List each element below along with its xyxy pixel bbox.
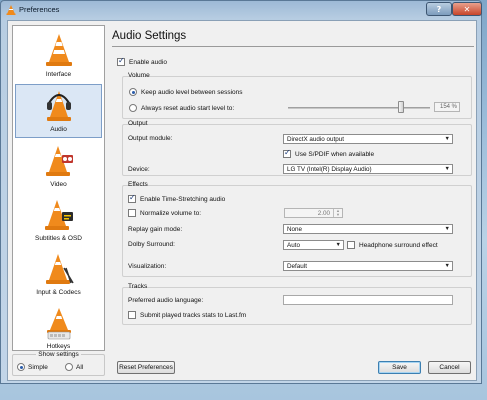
close-button[interactable]: ✕	[452, 2, 482, 16]
lastfm-checkbox[interactable]: Submit played tracks stats to Last.fm	[128, 311, 246, 319]
radio-indicator[interactable]	[129, 88, 137, 96]
sidebar-item-hotkeys[interactable]: Hotkeys	[15, 302, 102, 356]
sidebar-item-audio[interactable]: Audio	[15, 84, 102, 138]
vlc-icon	[6, 5, 16, 15]
help-button[interactable]: ?	[426, 2, 452, 16]
vlc-cone-icon	[45, 34, 72, 66]
chevron-down-icon: ▼	[444, 226, 450, 232]
sidebar-item-label: Video	[50, 181, 67, 188]
volume-level-readout: 154 %	[434, 102, 460, 112]
time-stretch-checkbox[interactable]: Enable Time-Stretching audio	[128, 193, 226, 203]
page-title: Audio Settings	[112, 30, 187, 42]
show-settings-group: Show settings Simple All	[12, 351, 105, 376]
all-radio[interactable]: All	[65, 363, 83, 371]
tracks-group	[122, 287, 472, 325]
normalize-label: Normalize volume to:	[140, 209, 202, 217]
sidebar-item-interface[interactable]: Interface	[15, 30, 102, 84]
checkbox-indicator[interactable]	[128, 311, 136, 319]
radio-indicator[interactable]	[17, 363, 25, 371]
reset-level-radio[interactable]: Always reset audio start level to:	[129, 104, 234, 112]
dolby-value: Auto	[287, 241, 300, 249]
checkbox-indicator[interactable]	[128, 209, 136, 217]
output-title: Output	[128, 120, 148, 127]
cancel-button[interactable]: Cancel	[428, 361, 471, 374]
volume-slider-track[interactable]	[288, 107, 430, 109]
sidebar-item-subtitles[interactable]: Subtitles & OSD	[15, 194, 102, 248]
radio-indicator[interactable]	[65, 363, 73, 371]
show-settings-label: Show settings	[36, 351, 81, 358]
dialog-body: Interface Audio Video Subtitles & OSD In…	[7, 20, 477, 381]
sidebar-item-label: Audio	[50, 126, 67, 133]
chevron-down-icon: ▼	[335, 242, 341, 248]
enable-audio-checkbox[interactable]: Enable audio	[117, 56, 167, 66]
checkbox-indicator[interactable]	[128, 193, 136, 203]
keep-level-radio[interactable]: Keep audio level between sessions	[129, 88, 243, 96]
title-divider	[112, 46, 474, 47]
chevron-down-icon: ▼	[444, 263, 450, 269]
effects-title: Effects	[128, 181, 148, 188]
reset-level-label: Always reset audio start level to:	[141, 104, 235, 112]
headphone-surround-checkbox[interactable]: Headphone surround effect	[347, 241, 438, 249]
replay-gain-value: None	[287, 225, 303, 233]
output-module-select[interactable]: DirectX audio output ▼	[283, 134, 453, 144]
dolby-label: Dolby Surround:	[128, 241, 175, 248]
normalize-value: 2.00	[317, 209, 330, 217]
save-button[interactable]: Save	[378, 361, 421, 374]
volume-title: Volume	[128, 72, 150, 79]
spdif-checkbox[interactable]: Use S/PDIF when available	[283, 148, 375, 158]
subtitles-cone-icon	[44, 200, 73, 230]
normalize-checkbox[interactable]: Normalize volume to:	[128, 209, 201, 217]
reset-preferences-button[interactable]: Reset Preferences	[117, 361, 175, 374]
tracks-title: Tracks	[128, 283, 148, 290]
output-module-value: DirectX audio output	[287, 135, 345, 143]
spdif-label: Use S/PDIF when available	[295, 150, 375, 158]
replay-gain-label: Replay gain mode:	[128, 226, 183, 233]
audio-language-input[interactable]	[283, 295, 453, 305]
video-cone-icon	[45, 146, 73, 176]
title-bar[interactable]: Preferences ? ✕	[1, 1, 482, 19]
sidebar-item-label: Hotkeys	[46, 343, 71, 350]
simple-label: Simple	[28, 363, 48, 371]
visualization-value: Default	[287, 262, 307, 270]
volume-slider-thumb[interactable]	[398, 101, 404, 113]
spin-arrows-icon[interactable]: ▲ ▼	[333, 209, 342, 217]
simple-radio[interactable]: Simple	[17, 363, 48, 371]
category-sidebar: Interface Audio Video Subtitles & OSD In…	[12, 25, 105, 351]
device-label: Device:	[128, 166, 150, 173]
volume-group	[122, 76, 472, 119]
checkbox-indicator[interactable]	[117, 56, 125, 66]
checkbox-indicator[interactable]	[283, 148, 291, 158]
checkbox-indicator[interactable]	[347, 241, 355, 249]
headphones-cone-icon	[46, 91, 71, 121]
device-value: LG TV (Intel(R) Display Audio)	[287, 165, 372, 173]
hotkeys-cone-icon	[46, 308, 71, 340]
window-title: Preferences	[19, 5, 60, 14]
lastfm-label: Submit played tracks stats to Last.fm	[140, 311, 247, 319]
dolby-select[interactable]: Auto ▼	[283, 240, 344, 250]
chevron-down-icon: ▼	[444, 166, 450, 172]
output-module-label: Output module:	[128, 135, 173, 142]
enable-audio-label: Enable audio	[129, 58, 167, 66]
replay-gain-select[interactable]: None ▼	[283, 224, 453, 234]
normalize-spinbox[interactable]: 2.00 ▲ ▼	[284, 208, 343, 218]
chevron-down-icon: ▼	[444, 136, 450, 142]
radio-indicator[interactable]	[129, 104, 137, 112]
headphone-surround-label: Headphone surround effect	[359, 241, 438, 249]
sidebar-item-label: Input & Codecs	[36, 289, 81, 296]
sidebar-item-label: Interface	[45, 71, 72, 78]
sidebar-item-label: Subtitles & OSD	[35, 235, 82, 242]
sidebar-item-input-codecs[interactable]: Input & Codecs	[15, 248, 102, 302]
all-label: All	[76, 363, 84, 371]
audio-language-label: Preferred audio language:	[128, 297, 204, 304]
codecs-cone-icon	[45, 254, 74, 284]
sidebar-item-video[interactable]: Video	[15, 140, 102, 194]
visualization-label: Visualization:	[128, 263, 167, 270]
device-select[interactable]: LG TV (Intel(R) Display Audio) ▼	[283, 164, 453, 174]
time-stretch-label: Enable Time-Stretching audio	[140, 195, 226, 203]
keep-level-label: Keep audio level between sessions	[141, 88, 243, 96]
visualization-select[interactable]: Default ▼	[283, 261, 453, 271]
preferences-window: Preferences ? ✕ Interface Audio Video Su…	[0, 0, 482, 384]
